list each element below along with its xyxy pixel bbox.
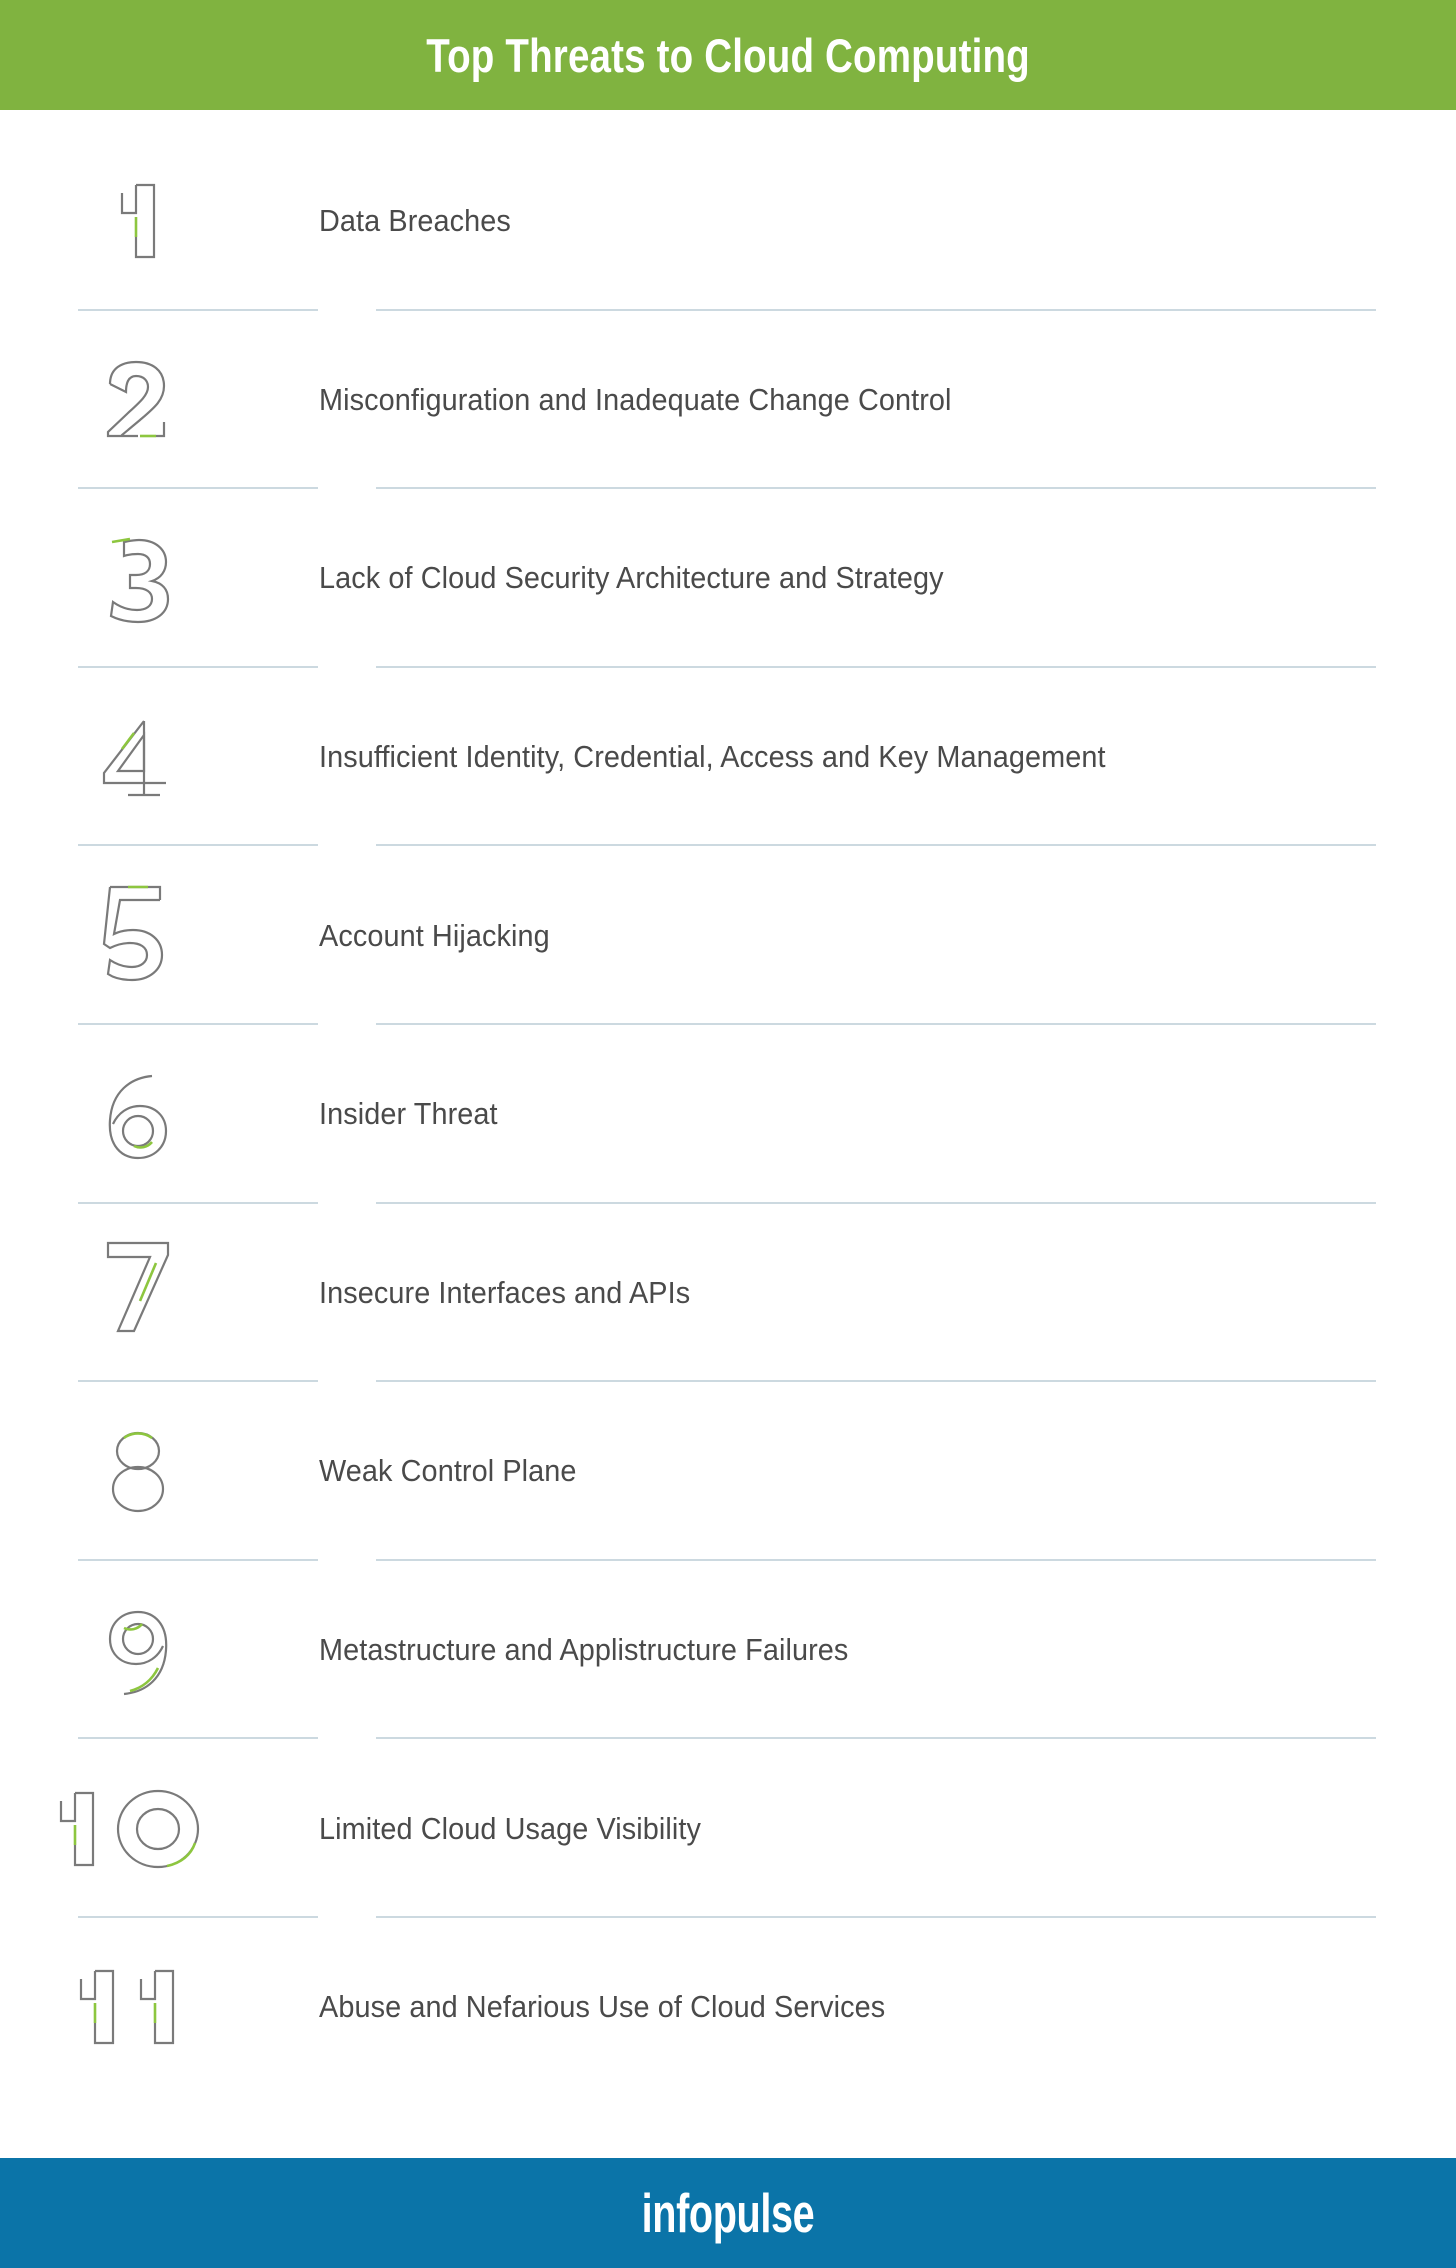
list-item: 7 Insecure Interfaces and APIs (0, 1204, 1456, 1383)
threat-label: Account Hijacking (319, 917, 550, 953)
list-item: 4 Insufficient Identity, Credential, Acc… (0, 668, 1456, 847)
rank-number-5: 5 (0, 846, 275, 1025)
threat-text-cell: Metastructure and Applistructure Failure… (275, 1561, 1456, 1740)
threat-label: Lack of Cloud Security Architecture and … (319, 560, 944, 596)
threat-label: Insufficient Identity, Credential, Acces… (319, 739, 1106, 775)
rank-number-10: 10 (0, 1739, 275, 1918)
threat-text-cell: Abuse and Nefarious Use of Cloud Service… (275, 1918, 1456, 2097)
rank-number-11: 11 (0, 1918, 275, 2097)
list-item: 2 Misconfiguration and Inadequate Change… (0, 311, 1456, 490)
list-item: 11 Abuse and Nefarious Use of Cloud Serv… (0, 1918, 1456, 2097)
rank-number-6: 6 (0, 1025, 275, 1204)
threat-label: Misconfiguration and Inadequate Change C… (319, 381, 952, 417)
numeral-1-icon (120, 184, 155, 259)
threat-label: Limited Cloud Usage Visibility (319, 1810, 702, 1846)
threat-label: Data Breaches (319, 203, 511, 239)
rank-number-1: 1 (0, 132, 275, 311)
rank-number-3: 3 (0, 489, 275, 668)
threat-text-cell: Insecure Interfaces and APIs (275, 1204, 1456, 1383)
threat-label: Weak Control Plane (319, 1453, 577, 1489)
threat-text-cell: Data Breaches (275, 132, 1456, 311)
threat-list: 1 Data Breaches 2 Misconfiguration and I… (0, 132, 1456, 2097)
numeral-9-icon (108, 1610, 167, 1696)
infopulse-logo: infopulse (641, 2182, 815, 2244)
threat-text-cell: Insufficient Identity, Credential, Acces… (275, 668, 1456, 847)
rank-number-4: 4 (0, 668, 275, 847)
top-spacer (0, 110, 1456, 132)
numeral-8-icon (111, 1432, 164, 1513)
threat-text-cell: Limited Cloud Usage Visibility (275, 1739, 1456, 1918)
numeral-3-icon (109, 538, 169, 624)
list-item: 10 Limited Cloud Usage Visibility (0, 1739, 1456, 1918)
threat-label: Abuse and Nefarious Use of Cloud Service… (319, 1989, 886, 2025)
list-item: 9 Metastructure and Applistructure Failu… (0, 1561, 1456, 1740)
threat-text-cell: Lack of Cloud Security Architecture and … (275, 489, 1456, 668)
rank-number-9: 9 (0, 1561, 275, 1740)
list-item: 1 Data Breaches (0, 132, 1456, 311)
threat-label: Insider Threat (319, 1096, 498, 1132)
list-item: 8 Weak Control Plane (0, 1382, 1456, 1561)
threat-label: Metastructure and Applistructure Failure… (319, 1632, 849, 1668)
rank-number-7: 7 (0, 1204, 275, 1383)
list-item: 5 Account Hijacking (0, 846, 1456, 1025)
numeral-6-icon (108, 1075, 167, 1160)
list-item: 3 Lack of Cloud Security Architecture an… (0, 489, 1456, 668)
page-title: Top Threats to Cloud Computing (426, 28, 1030, 82)
rank-number-8: 8 (0, 1382, 275, 1561)
threat-text-cell: Misconfiguration and Inadequate Change C… (275, 311, 1456, 490)
threat-text-cell: Account Hijacking (275, 846, 1456, 1025)
threat-text-cell: Insider Threat (275, 1025, 1456, 1204)
numeral-4-icon (102, 720, 166, 797)
numeral-11-icon (79, 1970, 174, 2045)
footer-banner: infopulse (0, 2158, 1456, 2268)
header-banner: Top Threats to Cloud Computing (0, 0, 1456, 110)
threat-label: Insecure Interfaces and APIs (319, 1274, 691, 1310)
threat-text-cell: Weak Control Plane (275, 1382, 1456, 1561)
rank-number-2: 2 (0, 311, 275, 490)
numeral-2-icon (106, 360, 165, 438)
numeral-10-icon (59, 1789, 199, 1868)
list-item: 6 Insider Threat (0, 1025, 1456, 1204)
numeral-7-icon (106, 1241, 169, 1332)
numeral-5-icon (102, 885, 163, 981)
